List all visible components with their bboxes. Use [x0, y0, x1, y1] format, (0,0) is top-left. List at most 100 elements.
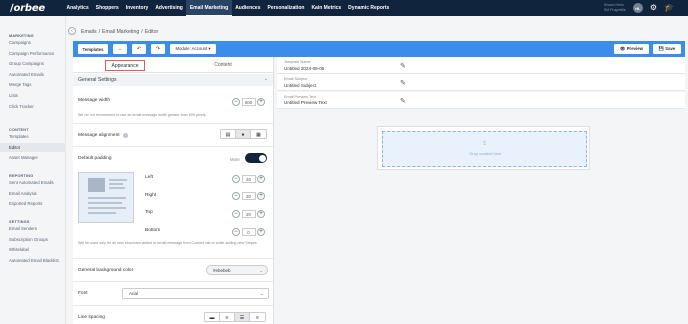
meta-value[interactable]: Untitled 2024-09-05: [284, 66, 324, 71]
expand-button[interactable]: ↔: [113, 44, 127, 54]
decrease-button[interactable]: −: [232, 97, 240, 106]
sidebar-item-editor[interactable]: Editor: [0, 142, 66, 152]
increase-button[interactable]: +: [257, 97, 265, 106]
pencil-icon[interactable]: ✎: [400, 62, 406, 70]
padding-left-input[interactable]: 20: [241, 174, 256, 183]
padding-bottom-label: Bottom: [145, 228, 161, 234]
padding-top-input[interactable]: 20: [241, 209, 256, 218]
pencil-icon[interactable]: ✎: [400, 79, 406, 87]
align-center-icon[interactable]: ●: [236, 130, 251, 138]
gear-icon[interactable]: ⚙: [650, 4, 657, 12]
tab-divider: [73, 72, 273, 73]
line-spacing-compact-icon[interactable]: ▬: [205, 313, 220, 321]
settings-panel: Content Appearance General Settings ⌄ Me…: [73, 57, 274, 324]
text-line: [88, 212, 116, 214]
nav-item-kain-metrics[interactable]: Kain Metrics: [308, 0, 345, 16]
text-line: [88, 197, 126, 199]
decrease-button[interactable]: −: [232, 174, 240, 183]
sidebar-item-email-senders[interactable]: Email Senders: [0, 224, 66, 233]
nav-items: Analytics Shoppers Inventory Advertising Ema…: [63, 0, 393, 16]
more-toggle[interactable]: [245, 153, 267, 163]
templates-button[interactable]: Templates: [78, 44, 108, 54]
padding-right-label: Right: [145, 192, 157, 198]
nav-item-advertising[interactable]: Advertising: [152, 0, 187, 16]
align-right-icon[interactable]: ▦: [251, 130, 266, 138]
user-info[interactable]: Shawn Helm SM Prugmittle: [604, 3, 626, 13]
divider: [73, 123, 273, 124]
pencil-icon[interactable]: ✎: [400, 97, 406, 105]
sidebar-item-whitelabel[interactable]: Whitelabel: [0, 245, 66, 254]
padding-bottom-input[interactable]: 0: [241, 227, 256, 236]
tab-appearance[interactable]: Appearance: [105, 60, 145, 71]
nav-item-dynamic-reports[interactable]: Dynamic Reports: [345, 0, 393, 16]
decrease-button[interactable]: −: [232, 209, 240, 218]
breadcrumb-separator: /: [141, 29, 143, 35]
meta-value[interactable]: Untitled Subject: [284, 83, 316, 88]
line-spacing-group: ▬ ≡ ☰ ≡: [204, 312, 266, 322]
nav-item-analytics[interactable]: Analytics: [63, 0, 92, 16]
divider: [73, 146, 273, 147]
message-width-stepper: − 600 +: [232, 97, 265, 106]
nav-item-personalization[interactable]: Personalization: [264, 0, 308, 16]
save-button[interactable]: 💾 Save: [653, 44, 681, 54]
nav-item-email-marketing[interactable]: Email Marketing: [186, 0, 232, 16]
image-placeholder-icon: [88, 178, 105, 192]
decrease-button[interactable]: −: [232, 192, 240, 201]
nav-item-audiences[interactable]: Audiences: [232, 0, 264, 16]
nav-item-inventory[interactable]: Inventory: [122, 0, 152, 16]
padding-left-stepper: −20 +: [232, 174, 265, 183]
increase-button[interactable]: +: [257, 227, 265, 236]
line-spacing-medium-icon[interactable]: ☰: [235, 313, 250, 321]
general-settings-title: General Settings: [78, 77, 117, 83]
padding-top-stepper: −20 +: [232, 209, 265, 218]
sidebar-item-automated-emails[interactable]: Automated Emails: [0, 70, 66, 79]
help-icon[interactable]: ?: [123, 133, 128, 138]
divider: [73, 305, 273, 306]
graduation-cap-icon[interactable]: 🎓: [664, 4, 674, 12]
increase-button[interactable]: +: [257, 209, 265, 218]
general-settings-header[interactable]: General Settings ⌄: [73, 74, 273, 86]
meta-value[interactable]: Untitled Preview Text: [284, 100, 327, 105]
padding-preview-image: [78, 172, 134, 223]
line-spacing-normal-icon[interactable]: ≡: [220, 313, 235, 321]
sidebar-item-group-campaigns[interactable]: Group Campaigns: [0, 59, 66, 68]
meta-label: Template Name: [284, 60, 311, 64]
redo-button[interactable]: ↷: [151, 44, 165, 54]
preview-button[interactable]: 👁 Preview: [614, 44, 649, 54]
decrease-button[interactable]: −: [232, 227, 240, 236]
sidebar-item-campaigns[interactable]: Campaigns: [0, 38, 66, 47]
sidebar-item-automated-email-blacklist[interactable]: Automated Email Blacklist: [0, 256, 66, 265]
sidebar-item-merge-tags[interactable]: Merge Tags: [0, 80, 66, 89]
sidebar-item-email-analysis[interactable]: Email Analysis: [0, 189, 66, 198]
sidebar-item-sent-automated-emails[interactable]: Sent Automated Emails: [0, 178, 66, 187]
logo[interactable]: ∕orbee: [10, 3, 60, 14]
increase-button[interactable]: +: [257, 192, 265, 201]
line-spacing-wide-icon[interactable]: ≡: [250, 313, 265, 321]
padding-right-input[interactable]: 20: [241, 192, 256, 201]
sidebar-item-exported-reports[interactable]: Exported Reports: [0, 199, 66, 208]
bg-color-select[interactable]: #ebebeb ⌄: [206, 265, 268, 275]
tab-content[interactable]: Content: [173, 59, 273, 73]
sidebar-item-subscription-groups[interactable]: Subscription Groups: [0, 235, 66, 244]
back-button[interactable]: ‹: [68, 27, 76, 35]
email-canvas: ⇪ Drop content here: [277, 109, 685, 324]
sidebar-item-lists[interactable]: Lists: [0, 91, 66, 100]
nav-item-shoppers[interactable]: Shoppers: [92, 0, 122, 16]
font-select[interactable]: Arial ↔: [122, 288, 269, 299]
sidebar-item-campaign-performance[interactable]: Campaign Performance: [0, 49, 66, 58]
breadcrumb-separator: /: [98, 29, 101, 35]
undo-button[interactable]: ↶: [132, 44, 146, 54]
message-width-input[interactable]: 600: [241, 97, 256, 106]
breadcrumb-item[interactable]: Emails: [81, 29, 97, 35]
module-account-dropdown[interactable]: Module: Account ▾: [170, 44, 216, 54]
drop-zone[interactable]: ⇪ Drop content here: [382, 131, 587, 167]
sidebar-item-asset-manager[interactable]: Asset Manager: [0, 153, 66, 162]
breadcrumb-item[interactable]: Email Marketing: [102, 29, 139, 35]
align-left-icon[interactable]: ▤: [221, 130, 236, 138]
increase-button[interactable]: +: [257, 174, 265, 183]
email-meta: Template Name Untitled 2024-09-05 ✎ Email S…: [277, 57, 685, 109]
sidebar-item-click-tracker[interactable]: Click Tracker: [0, 102, 66, 111]
avatar[interactable]: HL: [632, 3, 643, 13]
sidebar-item-templates[interactable]: Templates: [0, 132, 66, 141]
top-nav: ∕orbee Analytics Shoppers Inventory Adverti…: [0, 0, 688, 16]
